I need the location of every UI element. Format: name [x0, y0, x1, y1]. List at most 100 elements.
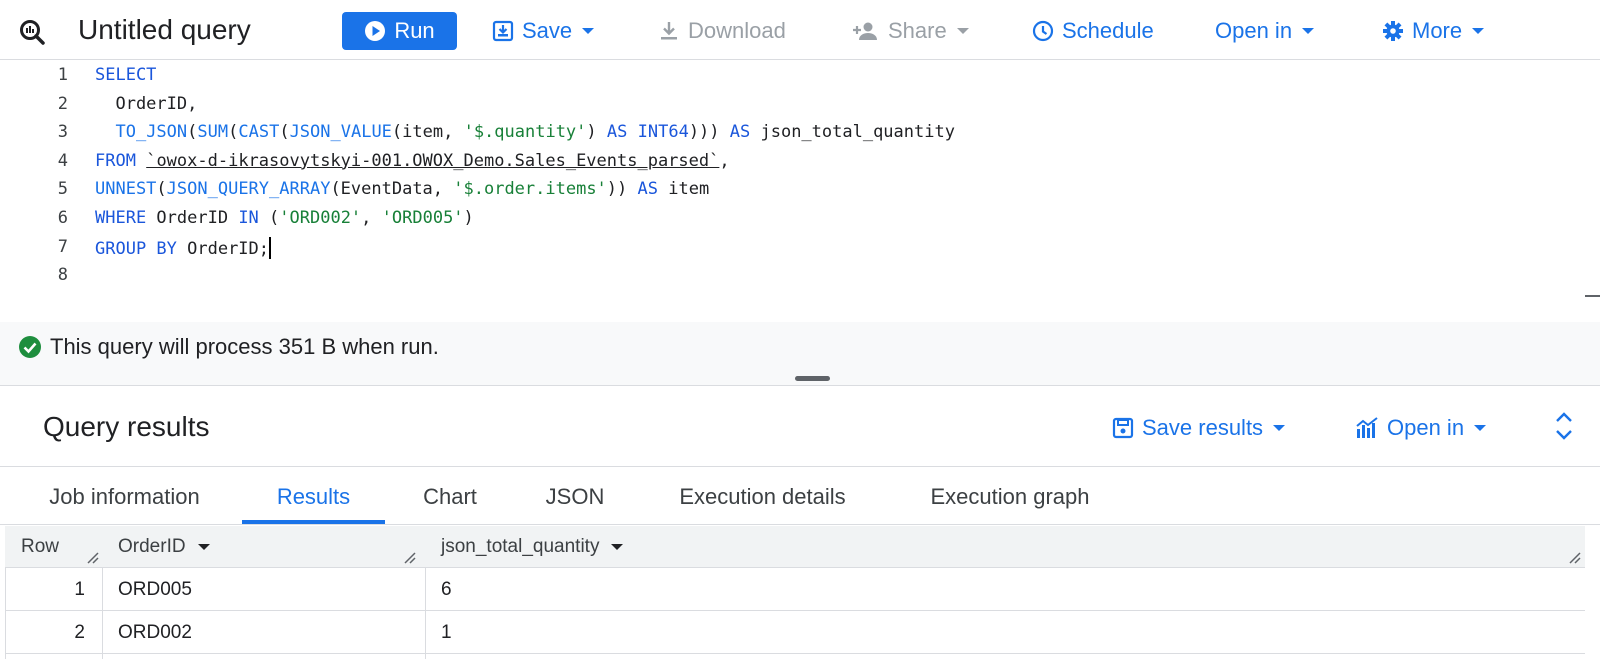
results-open-in-label: Open in — [1387, 415, 1465, 440]
tab-chart[interactable]: Chart — [400, 468, 500, 525]
code-token: 'ORD005' — [381, 208, 464, 228]
code-token: FROM — [95, 150, 136, 171]
text-cursor — [269, 236, 272, 259]
cell-json-total-quantity: 1 — [441, 621, 452, 643]
column-header-row: Row — [21, 536, 60, 557]
column-resize-icon[interactable] — [1567, 550, 1581, 564]
code-token: `owox-d-ikrasovytskyi-001.OWOX_Demo.Sale… — [146, 150, 720, 171]
column-header-json-total-quantity[interactable]: json_total_quantity — [441, 526, 624, 568]
code-token: ) — [463, 208, 474, 228]
code-line[interactable]: OrderID, — [95, 94, 197, 114]
open-in-button[interactable]: Open in — [1215, 14, 1315, 48]
tab-json[interactable]: JSON — [525, 468, 625, 525]
cell-json-total-quantity: 6 — [441, 578, 452, 600]
column-header-orderid[interactable]: OrderID — [118, 526, 210, 568]
bigquery-logo-icon — [20, 20, 45, 45]
share-button[interactable]: Share — [852, 14, 969, 48]
panel-resize-handle[interactable] — [795, 376, 830, 381]
column-resize-icon[interactable] — [402, 550, 416, 564]
table-header: Row OrderID json_total_quantity — [5, 526, 1585, 568]
save-icon — [1112, 417, 1134, 439]
code-line[interactable]: TO_JSON(SUM(CAST(JSON_VALUE(item, '$.qua… — [95, 122, 955, 143]
code-token: JSON_QUERY_ARRAY — [166, 179, 331, 200]
sql-editor[interactable]: 12345678 SELECT OrderID, TO_JSON(SUM(CAS… — [0, 61, 1600, 321]
code-token: SELECT — [95, 65, 157, 85]
code-token: JSON_VALUE — [289, 122, 392, 143]
column-divider — [425, 568, 426, 659]
code-token: GROUP BY — [95, 238, 177, 259]
line-number: 8 — [57, 265, 68, 286]
code-token: item — [658, 179, 710, 200]
expand-collapse-icon[interactable] — [1553, 409, 1575, 443]
code-token: 'ORD002' — [279, 208, 362, 228]
code-token: CAST — [238, 122, 280, 143]
tab-results[interactable]: Results — [242, 468, 385, 525]
download-button[interactable]: Download — [658, 14, 786, 48]
save-button[interactable]: Save — [492, 14, 595, 48]
query-toolbar: Untitled query Run Save Download Share S… — [0, 0, 1600, 60]
code-token: ( — [258, 208, 280, 228]
code-token: OrderID; — [176, 238, 270, 259]
query-title[interactable]: Untitled query — [78, 14, 251, 46]
column-divider — [102, 568, 103, 659]
code-token: ( — [187, 122, 198, 143]
share-label: Share — [888, 18, 947, 43]
line-number-gutter: 1 2 3 4 5 6 7 8 — [0, 61, 95, 321]
code-line[interactable]: FROM `owox-d-ikrasovytskyi-001.OWOX_Demo… — [95, 151, 730, 171]
more-button[interactable]: More — [1382, 14, 1485, 48]
save-results-label: Save results — [1142, 415, 1264, 440]
code-token: '$.quantity' — [463, 122, 587, 143]
code-token: AS — [606, 122, 628, 143]
code-token: '$.order.items' — [453, 179, 607, 200]
cell-row-number: 1 — [74, 578, 85, 600]
code-token: INT64 — [637, 122, 689, 143]
save-icon — [492, 20, 514, 42]
code-line[interactable]: WHERE OrderID IN ('ORD002', 'ORD005') — [95, 208, 474, 228]
line-number: 6 — [57, 208, 68, 228]
line-number: 1 — [57, 65, 68, 85]
table-row[interactable]: 2 ORD002 1 — [5, 611, 1585, 654]
query-results-title: Query results — [43, 411, 210, 442]
code-line[interactable]: SELECT — [95, 65, 156, 85]
results-open-in-button[interactable]: Open in — [1355, 413, 1487, 443]
table-left-border — [5, 568, 6, 659]
tab-job-information[interactable]: Job information — [22, 468, 227, 525]
line-number: 3 — [57, 122, 68, 143]
sort-dropdown-icon[interactable] — [197, 544, 210, 550]
table-row[interactable]: 1 ORD005 6 — [5, 568, 1585, 611]
column-header-label: json_total_quantity — [441, 536, 600, 557]
code-token: (item, — [391, 122, 464, 143]
code-token: ))) — [688, 122, 730, 143]
save-results-button[interactable]: Save results — [1112, 413, 1286, 443]
code-line[interactable]: UNNEST(JSON_QUERY_ARRAY(EventData, '$.or… — [95, 179, 709, 199]
code-token: AS — [637, 179, 658, 200]
column-header-label: OrderID — [118, 536, 186, 557]
tab-execution-graph[interactable]: Execution graph — [910, 468, 1110, 525]
code-line[interactable]: GROUP BY OrderID; — [95, 236, 272, 259]
open-in-label: Open in — [1215, 18, 1293, 43]
line-number: 4 — [57, 150, 68, 171]
query-validation-bar: This query will process 351 B when run. — [0, 322, 1600, 386]
cell-orderid: ORD005 — [118, 578, 192, 600]
download-label: Download — [688, 18, 786, 43]
code-token: json_total_quantity — [750, 122, 955, 143]
save-label: Save — [522, 18, 573, 43]
code-token: (EventData, — [330, 179, 454, 200]
line-number: 7 — [57, 236, 68, 257]
gear-icon — [1383, 21, 1403, 41]
sort-dropdown-icon[interactable] — [611, 544, 624, 550]
chevron-down-icon — [1474, 425, 1487, 431]
tab-execution-details[interactable]: Execution details — [655, 468, 870, 525]
schedule-button[interactable]: Schedule — [1032, 14, 1154, 48]
results-tabs: Job information Results Chart JSON Execu… — [0, 468, 1600, 525]
run-button[interactable]: Run — [342, 12, 457, 50]
code-token: IN — [238, 208, 259, 228]
column-resize-icon[interactable] — [85, 550, 99, 564]
line-number: 5 — [57, 179, 68, 200]
code-token: ( — [228, 122, 239, 143]
scrollbar-marker[interactable] — [1585, 295, 1600, 297]
cell-row-number: 2 — [74, 621, 85, 643]
